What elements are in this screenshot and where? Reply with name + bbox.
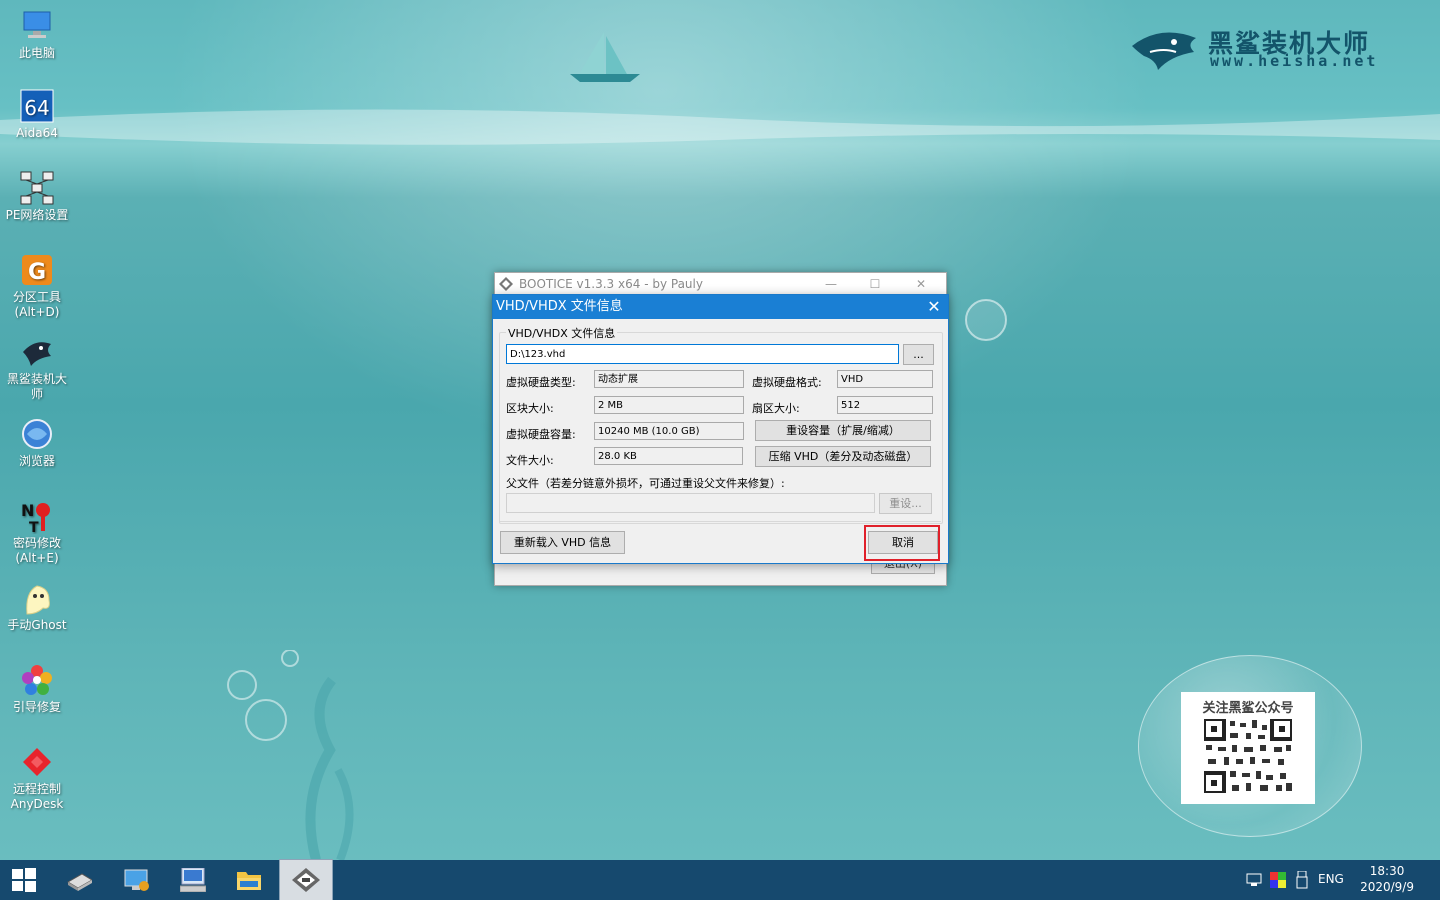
browser-icon [19, 416, 55, 452]
partition-icon: G [19, 252, 55, 288]
wave-band [0, 109, 1440, 145]
desktop-icon-password[interactable]: NT 密码修改 (Alt+E) [2, 498, 72, 566]
desktop-icon-boot-repair[interactable]: 引导修复 [2, 662, 72, 715]
desktop-icon-heisha[interactable]: 黑鲨装机大 师 [2, 334, 72, 402]
clock-time: 18:30 [1369, 864, 1405, 878]
desktop-icon-partition[interactable]: G 分区工具 (Alt+D) [2, 252, 72, 320]
svg-text:64: 64 [24, 96, 49, 120]
taskbar: ENG 18:30 2020/9/9 [0, 859, 1440, 900]
capacity-label: 虚拟硬盘容量: [506, 428, 576, 441]
desktop-icon-label: 远程控制 AnyDesk [10, 782, 64, 811]
desktop-icon-label: 分区工具 (Alt+D) [12, 290, 61, 319]
svg-text:N: N [21, 501, 34, 520]
file-size-field: 28.0 KB [594, 447, 743, 465]
usb-icon[interactable] [1296, 871, 1308, 889]
bootice-titlebar[interactable]: BOOTICE v1.3.3 x64 - by Pauly — ☐ ✕ [495, 273, 946, 296]
desktop-icon-aida64[interactable]: 64 Aida64 [2, 88, 72, 141]
taskbar-network[interactable] [112, 860, 160, 900]
close-button[interactable]: ✕ [899, 273, 943, 295]
parent-file-field [506, 493, 875, 513]
terminal-icon [180, 868, 206, 892]
clock-date: 2020/9/9 [1360, 880, 1414, 894]
computer-icon [19, 8, 55, 44]
parent-file-label: 父文件（若差分链意外损坏，可通过重设父文件来修复）: [506, 477, 785, 490]
folder-icon [237, 872, 261, 890]
start-button[interactable] [0, 860, 48, 900]
desktop-icon-label: 黑鲨装机大 师 [6, 372, 67, 401]
input-language[interactable]: ENG [1318, 872, 1344, 886]
capacity-field: 10240 MB (10.0 GB) [594, 422, 744, 440]
qr-title: 关注黑鲨公众号 [1202, 701, 1294, 716]
password-icon: NT [19, 498, 55, 536]
qr-code-icon [1204, 719, 1292, 793]
clock[interactable]: 18:30 2020/9/9 [1360, 863, 1414, 895]
brand-logo: 黑鲨装机大师 www.heisha.net [1130, 20, 1410, 76]
dialog-title: VHD/VHDX 文件信息 [496, 299, 623, 314]
group-label: VHD/VHDX 文件信息 [506, 325, 618, 341]
network-icon [19, 170, 55, 206]
dialog-titlebar[interactable]: VHD/VHDX 文件信息 ✕ [493, 295, 948, 319]
desktop-icon-label: Aida64 [16, 126, 58, 140]
desktop-icon-label: 浏览器 [18, 454, 55, 468]
file-size-label: 文件大小: [506, 454, 554, 467]
desktop-icon-label: 此电脑 [18, 46, 55, 60]
desktop-icon-label: 手动Ghost [7, 618, 67, 632]
bootice-icon [292, 868, 320, 892]
disk-type-label: 虚拟硬盘类型: [506, 376, 576, 389]
maximize-button[interactable]: ☐ [853, 273, 897, 295]
boot-repair-icon [19, 662, 55, 698]
brand-url: www.heisha.net [1210, 52, 1379, 70]
desktop-icon-label: PE网络设置 [5, 208, 69, 222]
dialog-close-icon[interactable]: ✕ [920, 295, 948, 319]
taskbar-explorer[interactable] [224, 860, 272, 900]
disk-format-label: 虚拟硬盘格式: [752, 376, 822, 389]
svg-text:T: T [29, 520, 39, 534]
desktop-icon-anydesk[interactable]: 远程控制 AnyDesk [2, 744, 72, 812]
vhd-path-input[interactable]: D:\123.vhd [506, 344, 899, 364]
desktop-icon-label: 引导修复 [12, 700, 61, 714]
sailboat-decoration [570, 32, 640, 82]
color-app-icon[interactable] [1270, 872, 1286, 888]
compress-button[interactable]: 压缩 VHD（差分及动态磁盘） [755, 446, 931, 467]
network-tool-icon [124, 869, 149, 891]
highlight-box [864, 525, 940, 561]
taskbar-disk-tool[interactable] [54, 860, 102, 900]
ghost-icon [19, 580, 55, 616]
reset-parent-button[interactable]: 重设... [879, 493, 932, 514]
svg-text:G: G [28, 260, 46, 285]
bubble-decoration [965, 299, 1007, 341]
divider [499, 521, 941, 522]
vhd-info-dialog: VHD/VHDX 文件信息 ✕ VHD/VHDX 文件信息 D:\123.vhd… [492, 294, 949, 564]
desktop-icon-computer[interactable]: 此电脑 [2, 8, 72, 61]
bootice-app-icon [499, 277, 513, 291]
heisha-icon [19, 334, 55, 370]
browse-button[interactable]: ... [903, 344, 934, 365]
block-size-field: 2 MB [594, 396, 744, 414]
anydesk-icon [19, 744, 55, 780]
block-size-label: 区块大小: [506, 402, 554, 415]
qr-card: 关注黑鲨公众号 [1181, 692, 1315, 804]
sector-size-field: 512 [837, 396, 933, 414]
seaweed-decoration [227, 650, 354, 860]
resize-button[interactable]: 重设容量（扩展/缩减） [755, 420, 931, 441]
aida64-icon: 64 [19, 88, 55, 124]
disk-type-field: 动态扩展 [594, 370, 744, 388]
minimize-button[interactable]: — [809, 273, 853, 295]
desktop-icon-ghost[interactable]: 手动Ghost [2, 580, 72, 633]
bootice-title: BOOTICE v1.3.3 x64 - by Pauly [519, 277, 703, 291]
taskbar-bootice[interactable] [279, 859, 333, 900]
reload-vhd-button[interactable]: 重新载入 VHD 信息 [500, 531, 625, 554]
desktop-icon-network[interactable]: PE网络设置 [2, 170, 72, 223]
start-icon [12, 868, 36, 892]
disk-format-field: VHD [837, 370, 933, 388]
taskbar-terminal[interactable] [168, 860, 216, 900]
sector-size-label: 扇区大小: [752, 402, 800, 415]
desktop-icon-browser[interactable]: 浏览器 [2, 416, 72, 469]
network-status-icon[interactable] [1246, 873, 1262, 887]
disk-tool-icon [67, 873, 92, 891]
desktop-icon-label: 密码修改 (Alt+E) [12, 536, 61, 565]
